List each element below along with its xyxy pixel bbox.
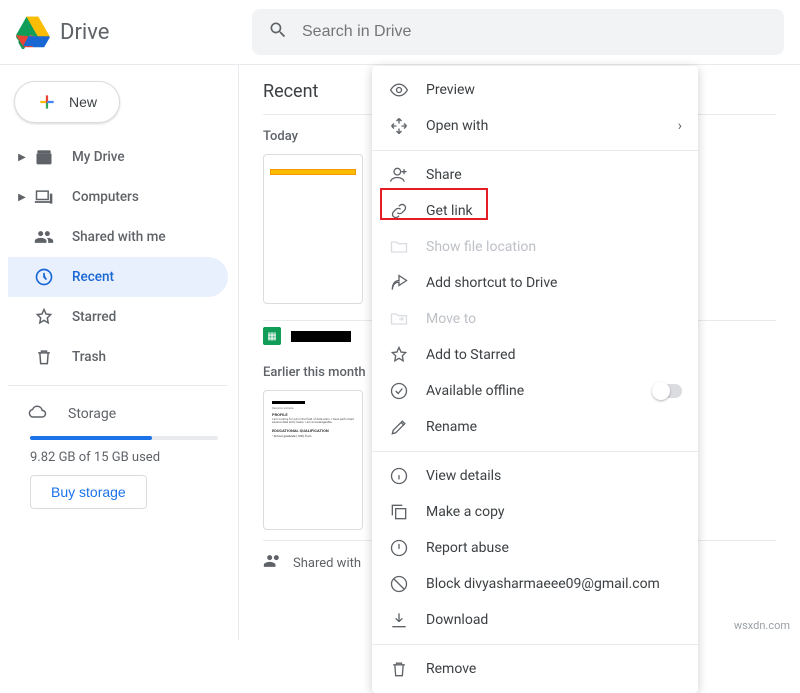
copy-icon [388,502,410,522]
search-icon [268,20,288,44]
header: Drive [0,0,800,64]
cm-share[interactable]: Share [372,157,698,193]
cloud-icon [28,402,48,426]
download-icon [388,610,410,630]
cm-get-link[interactable]: Get link [372,193,698,229]
cm-move-to: Move to [372,301,698,337]
recent-icon [32,267,56,287]
cm-show-location: Show file location [372,229,698,265]
report-icon [388,538,410,558]
pencil-icon [388,417,410,437]
info-icon [388,466,410,486]
cm-preview[interactable]: Preview [372,72,698,108]
trash-icon [32,347,56,367]
file-thumbnail-doc[interactable]: Resume sample PROFILEI am looking for jo… [263,390,363,530]
sidebar-item-recent[interactable]: Recent [8,257,228,297]
folder-icon [388,237,410,257]
move-icon [388,309,410,329]
link-icon [388,201,410,221]
offline-icon [388,381,410,401]
sidebar: New ▶My Drive ▶Computers Shared with me … [0,65,238,640]
sidebar-item-my-drive[interactable]: ▶My Drive [8,137,228,177]
drive-logo-icon [16,15,50,49]
shared-icon [263,551,283,575]
cm-rename[interactable]: Rename [372,409,698,445]
cm-download[interactable]: Download [372,602,698,638]
watermark: wsxdn.com [734,619,790,632]
cm-block[interactable]: Block divyasharmaeee09@gmail.com [372,566,698,602]
buy-storage-button[interactable]: Buy storage [30,475,147,509]
shortcut-icon [388,273,410,293]
file-name-redacted [291,331,351,342]
shared-icon [32,227,56,247]
plus-icon [37,92,57,112]
cm-add-shortcut[interactable]: Add shortcut to Drive [372,265,698,301]
file-thumbnail[interactable] [263,154,363,304]
cm-add-starred[interactable]: Add to Starred [372,337,698,373]
new-button-label: New [69,94,97,110]
search-bar[interactable] [252,9,784,55]
new-button[interactable]: New [14,81,120,123]
cm-report-abuse[interactable]: Report abuse [372,530,698,566]
sidebar-item-shared[interactable]: Shared with me [8,217,228,257]
block-icon [388,574,410,594]
sidebar-item-starred[interactable]: Starred [8,297,228,337]
storage-bar [30,436,218,440]
caret-icon: ▶ [16,192,28,203]
trash-icon [388,659,410,679]
sidebar-storage[interactable]: Storage [8,394,238,430]
open-with-icon [388,116,410,136]
sidebar-item-trash[interactable]: Trash [8,337,228,377]
eye-icon [388,80,410,100]
cm-available-offline[interactable]: Available offline [372,373,698,409]
star-icon [388,345,410,365]
star-icon [32,307,56,327]
cm-view-details[interactable]: View details [372,458,698,494]
cm-make-copy[interactable]: Make a copy [372,494,698,530]
cm-open-with[interactable]: Open with› [372,108,698,144]
caret-icon: ▶ [16,152,28,163]
sheets-icon: ▦ [263,327,281,345]
computers-icon [32,187,56,207]
search-input[interactable] [302,23,768,41]
offline-toggle[interactable] [652,384,682,398]
sidebar-item-computers[interactable]: ▶Computers [8,177,228,217]
storage-text: 9.82 GB of 15 GB used [8,446,238,475]
context-menu: Preview Open with› Share Get link Show f… [372,66,698,693]
chevron-right-icon: › [678,118,682,134]
logo-area[interactable]: Drive [16,15,252,49]
cm-remove[interactable]: Remove [372,651,698,687]
app-name: Drive [60,20,109,45]
my-drive-icon [32,147,56,167]
person-add-icon [388,165,410,185]
